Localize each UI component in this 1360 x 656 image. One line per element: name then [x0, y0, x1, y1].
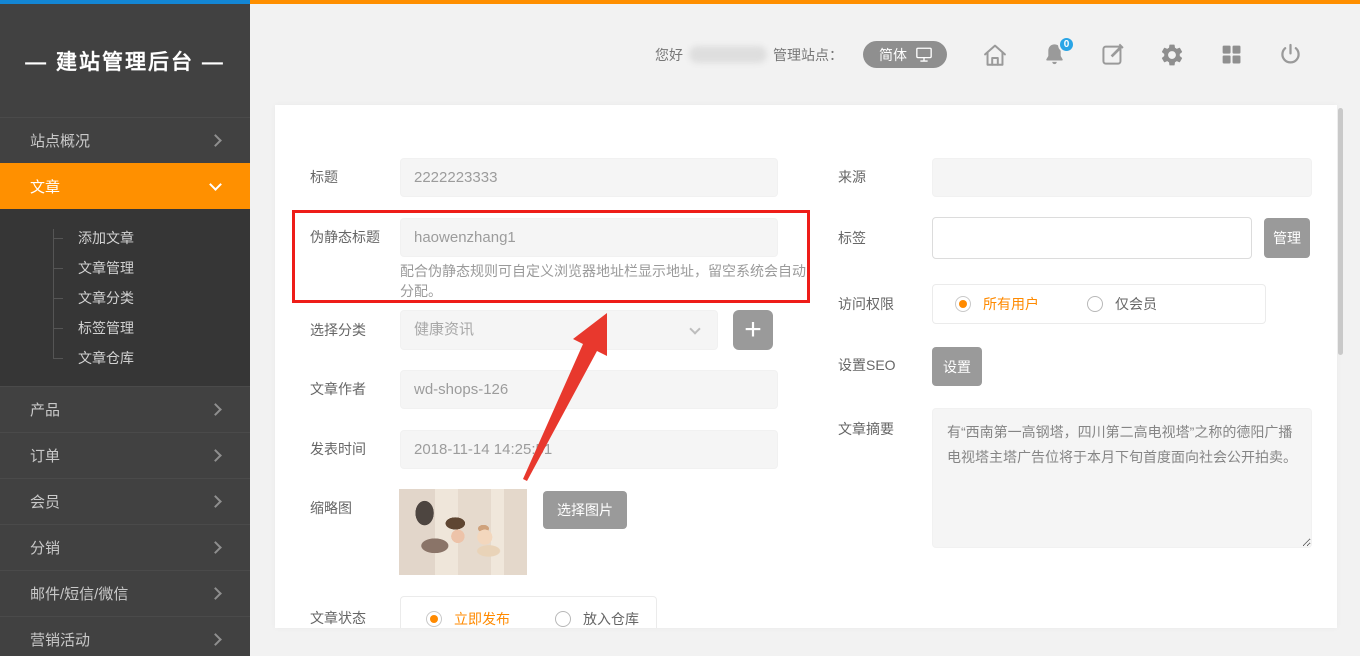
app-window: — 建站管理后台 — 站点概况 文章 添加文章 文章管理 文章分类 标签管理 文…: [0, 0, 1360, 656]
sidebar-item-label: 站点概况: [30, 130, 211, 151]
author-label: 文章作者: [310, 370, 366, 409]
sidebar-item-site-overview[interactable]: 站点概况: [0, 117, 250, 163]
thumbnail-label: 缩略图: [310, 493, 352, 523]
bell-icon[interactable]: 0: [1040, 41, 1068, 69]
add-category-button[interactable]: +: [733, 310, 773, 350]
sidebar-nav: 站点概况 文章 添加文章 文章管理 文章分类 标签管理 文章仓库 产品 订单: [0, 117, 250, 656]
thumbnail-image: [399, 489, 527, 575]
language-site-button[interactable]: 简体: [863, 41, 947, 68]
sidebar-item-distribution[interactable]: 分销: [0, 524, 250, 570]
slug-input[interactable]: [400, 218, 778, 257]
sidebar-item-marketing[interactable]: 营销活动: [0, 616, 250, 656]
access-radio-group: 所有用户 仅会员: [932, 284, 1266, 324]
access-option-label[interactable]: 所有用户: [983, 294, 1039, 314]
tags-input[interactable]: [932, 217, 1252, 259]
status-option-label[interactable]: 放入仓库: [583, 609, 639, 629]
gear-icon[interactable]: [1158, 41, 1186, 69]
status-radio-warehouse[interactable]: [555, 611, 571, 627]
seo-label: 设置SEO: [838, 346, 896, 385]
articles-submenu: 添加文章 文章管理 文章分类 标签管理 文章仓库: [0, 209, 250, 386]
status-radio-group: 立即发布 放入仓库: [400, 596, 657, 628]
sidebar-item-label: 邮件/短信/微信: [30, 583, 211, 604]
sidebar-item-label: 文章: [30, 176, 211, 197]
grid-icon[interactable]: [1217, 41, 1245, 69]
publish-time-input[interactable]: [400, 430, 778, 469]
category-label: 选择分类: [310, 310, 366, 350]
publish-time-label: 发表时间: [310, 430, 366, 469]
monitor-icon: [915, 46, 933, 63]
submenu-item-tag-management[interactable]: 标签管理: [0, 313, 250, 343]
seo-settings-button[interactable]: 设置: [932, 347, 982, 386]
status-radio-publish[interactable]: [426, 611, 442, 627]
slug-label: 伪静态标题: [310, 218, 380, 257]
sidebar-item-label: 产品: [30, 399, 211, 420]
category-selected-value: 健康资讯: [414, 321, 474, 338]
tags-label: 标签: [838, 217, 866, 259]
scrollbar-thumb[interactable]: [1338, 108, 1343, 355]
sidebar-item-articles[interactable]: 文章: [0, 163, 250, 209]
manage-tags-button[interactable]: 管理: [1264, 218, 1310, 258]
language-label: 简体: [879, 45, 907, 65]
sidebar-item-label: 订单: [30, 445, 211, 466]
slug-help-text: 配合伪静态规则可自定义浏览器地址栏显示地址，留空系统会自动分配。: [400, 261, 808, 301]
power-icon[interactable]: [1276, 41, 1304, 69]
access-radio-all-users[interactable]: [955, 296, 971, 312]
chevron-right-icon: [209, 449, 222, 462]
chevron-right-icon: [209, 541, 222, 554]
sidebar-item-label: 会员: [30, 491, 211, 512]
source-label: 来源: [838, 158, 866, 197]
chevron-right-icon: [209, 495, 222, 508]
access-option-label[interactable]: 仅会员: [1115, 294, 1157, 314]
category-select[interactable]: 健康资讯: [400, 310, 718, 350]
summary-label: 文章摘要: [838, 415, 894, 443]
access-radio-members-only[interactable]: [1087, 296, 1103, 312]
app-logo: — 建站管理后台 —: [0, 4, 250, 117]
submenu-item-article-categories[interactable]: 文章分类: [0, 283, 250, 313]
manage-site-label: 管理站点：: [773, 45, 843, 65]
chevron-right-icon: [209, 134, 222, 147]
username-redacted: [689, 46, 767, 63]
submenu-item-add-article[interactable]: 添加文章: [0, 223, 250, 253]
title-input[interactable]: [400, 158, 778, 197]
greeting-text: 您好: [655, 45, 683, 65]
header: 您好 管理站点： 简体 0: [250, 4, 1360, 105]
sidebar: — 建站管理后台 — 站点概况 文章 添加文章 文章管理 文章分类 标签管理 文…: [0, 4, 250, 656]
sidebar-item-products[interactable]: 产品: [0, 386, 250, 432]
article-edit-panel: 标题 伪静态标题 配合伪静态规则可自定义浏览器地址栏显示地址，留空系统会自动分配…: [275, 105, 1337, 628]
access-label: 访问权限: [838, 284, 894, 324]
compose-icon[interactable]: [1099, 41, 1127, 69]
sidebar-item-mail-sms-wechat[interactable]: 邮件/短信/微信: [0, 570, 250, 616]
chevron-right-icon: [209, 633, 222, 646]
home-icon[interactable]: [981, 41, 1009, 69]
chevron-right-icon: [209, 403, 222, 416]
sidebar-item-label: 分销: [30, 537, 211, 558]
sidebar-item-orders[interactable]: 订单: [0, 432, 250, 478]
source-input[interactable]: [932, 158, 1312, 197]
sidebar-item-members[interactable]: 会员: [0, 478, 250, 524]
summary-textarea[interactable]: 有“西南第一高钢塔，四川第二高电视塔”之称的德阳广播电视塔主塔广告位将于本月下旬…: [932, 408, 1312, 548]
status-label: 文章状态: [310, 603, 366, 628]
submenu-item-article-warehouse[interactable]: 文章仓库: [0, 343, 250, 373]
status-option-label[interactable]: 立即发布: [454, 609, 510, 629]
submenu-item-article-management[interactable]: 文章管理: [0, 253, 250, 283]
chevron-down-icon: [209, 178, 222, 191]
chevron-right-icon: [209, 587, 222, 600]
sidebar-item-label: 营销活动: [30, 629, 211, 650]
choose-image-button[interactable]: 选择图片: [543, 491, 627, 529]
author-input[interactable]: [400, 370, 778, 409]
notification-badge: 0: [1058, 36, 1075, 53]
chevron-down-icon: [689, 323, 700, 334]
title-label: 标题: [310, 158, 338, 197]
